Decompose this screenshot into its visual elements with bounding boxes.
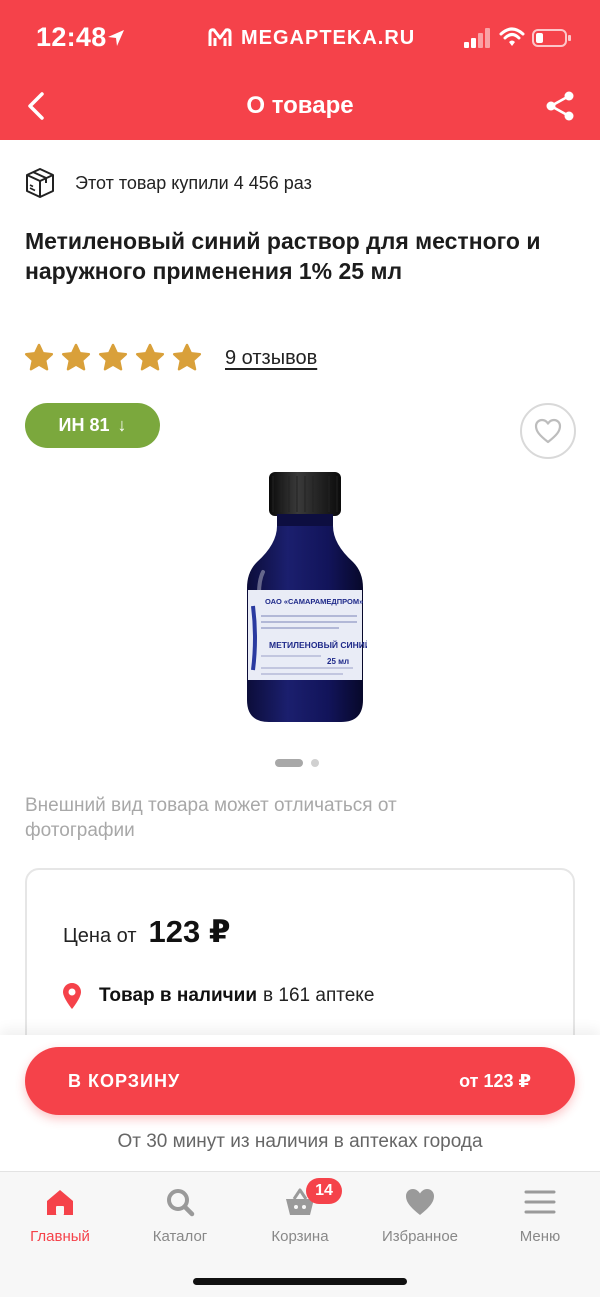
site-label: MEGAPTEKA.RU [207,24,415,52]
tab-home-label: Главный [30,1228,90,1245]
price-row: Цена от 123 ₽ [63,914,230,950]
star-icon [24,343,54,371]
home-indicator [193,1278,407,1285]
carousel-dot[interactable] [311,759,319,767]
carousel-dot-active[interactable] [275,759,303,767]
tab-home[interactable]: Главный [0,1186,120,1245]
tab-catalog[interactable]: Каталог [120,1186,240,1245]
image-carousel-dots [275,759,319,767]
heart-outline-icon [534,418,562,444]
share-button[interactable] [540,86,580,126]
page-title: О товаре [246,92,354,119]
app-header: 12:48 MEGAPTEKA.RU О товаре [0,0,600,140]
nav-bar: О товаре [0,76,600,140]
availability-row[interactable]: Товар в наличии в 161 аптеке [61,982,374,1010]
tab-favorites-label: Избранное [381,1228,459,1245]
availability-status: Товар в наличии [99,985,258,1006]
cellular-signal-icon [464,28,490,48]
tab-cart-label: Корзина [271,1228,329,1245]
star-icon [61,343,91,371]
share-icon [546,91,574,121]
status-time: 12:48 [36,22,107,52]
reviews-link[interactable]: 9 отзывов [225,347,317,370]
delivery-note: От 30 минут из наличия в аптеках города [117,1131,483,1152]
star-icon [98,343,128,371]
product-image[interactable]: ОАО «САМАРАМЕДПРОМ» МЕТИЛЕНОВЫЙ СИНИЙ 25… [243,470,367,726]
star-icon [172,343,202,371]
location-arrow-icon [108,30,124,46]
menu-icon [524,1190,556,1214]
add-to-cart-button[interactable]: В КОРЗИНУ от 123 ₽ [25,1047,575,1115]
favorite-button[interactable] [520,403,576,459]
wifi-icon [499,27,525,46]
heart-icon [406,1189,434,1215]
home-icon [47,1190,73,1215]
tab-cart[interactable]: 14 Корзина [240,1178,360,1245]
add-to-cart-panel: В КОРЗИНУ от 123 ₽ От 30 минут из наличи… [0,1035,600,1171]
tab-catalog-label: Каталог [152,1228,208,1245]
map-pin-icon [63,983,81,1009]
star-icon [135,343,165,371]
price-value: 123 ₽ [148,914,231,949]
in-index-badge[interactable]: ИН 81 ↓ [25,403,160,448]
bottle-volume-label: 25 мл [327,657,349,666]
price-label: Цена от [63,925,137,947]
battery-icon [532,29,571,47]
site-name: MEGAPTEKA.RU [241,26,416,49]
arrow-down-icon: ↓ [117,415,127,435]
purchase-count-row: Этот товар купили 4 456 раз [24,163,312,203]
bottle-product-label: МЕТИЛЕНОВЫЙ СИНИЙ [269,639,367,650]
availability-count: в 161 аптеке [263,985,375,1006]
product-page: 12:48 MEGAPTEKA.RU О товаре Этот товар к… [0,0,600,1297]
bottom-tab-bar: Главный Каталог 14 Корзина Избранное Мен… [0,1171,600,1297]
megapteka-logo-icon [208,28,232,46]
in-index-label: ИН 81 [58,415,110,435]
bottle-brand-label: ОАО «САМАРАМЕДПРОМ» [265,597,363,606]
cart-count-badge: 14 [306,1178,342,1204]
tab-favorites[interactable]: Избранное [360,1186,480,1245]
add-to-cart-label: В КОРЗИНУ [68,1071,181,1091]
product-title: Метиленовый синий раствор для местного и… [25,228,541,284]
box-icon [26,168,54,198]
tab-menu[interactable]: Меню [480,1186,600,1245]
purchase-count-text: Этот товар купили 4 456 раз [75,172,312,193]
add-to-cart-price: от 123 ₽ [459,1071,531,1091]
status-bar: 12:48 MEGAPTEKA.RU [0,0,600,76]
tab-menu-label: Меню [519,1228,561,1245]
rating-stars [24,343,209,373]
image-disclaimer: Внешний вид товара может отличаться от ф… [25,795,397,841]
search-icon [167,1189,195,1217]
